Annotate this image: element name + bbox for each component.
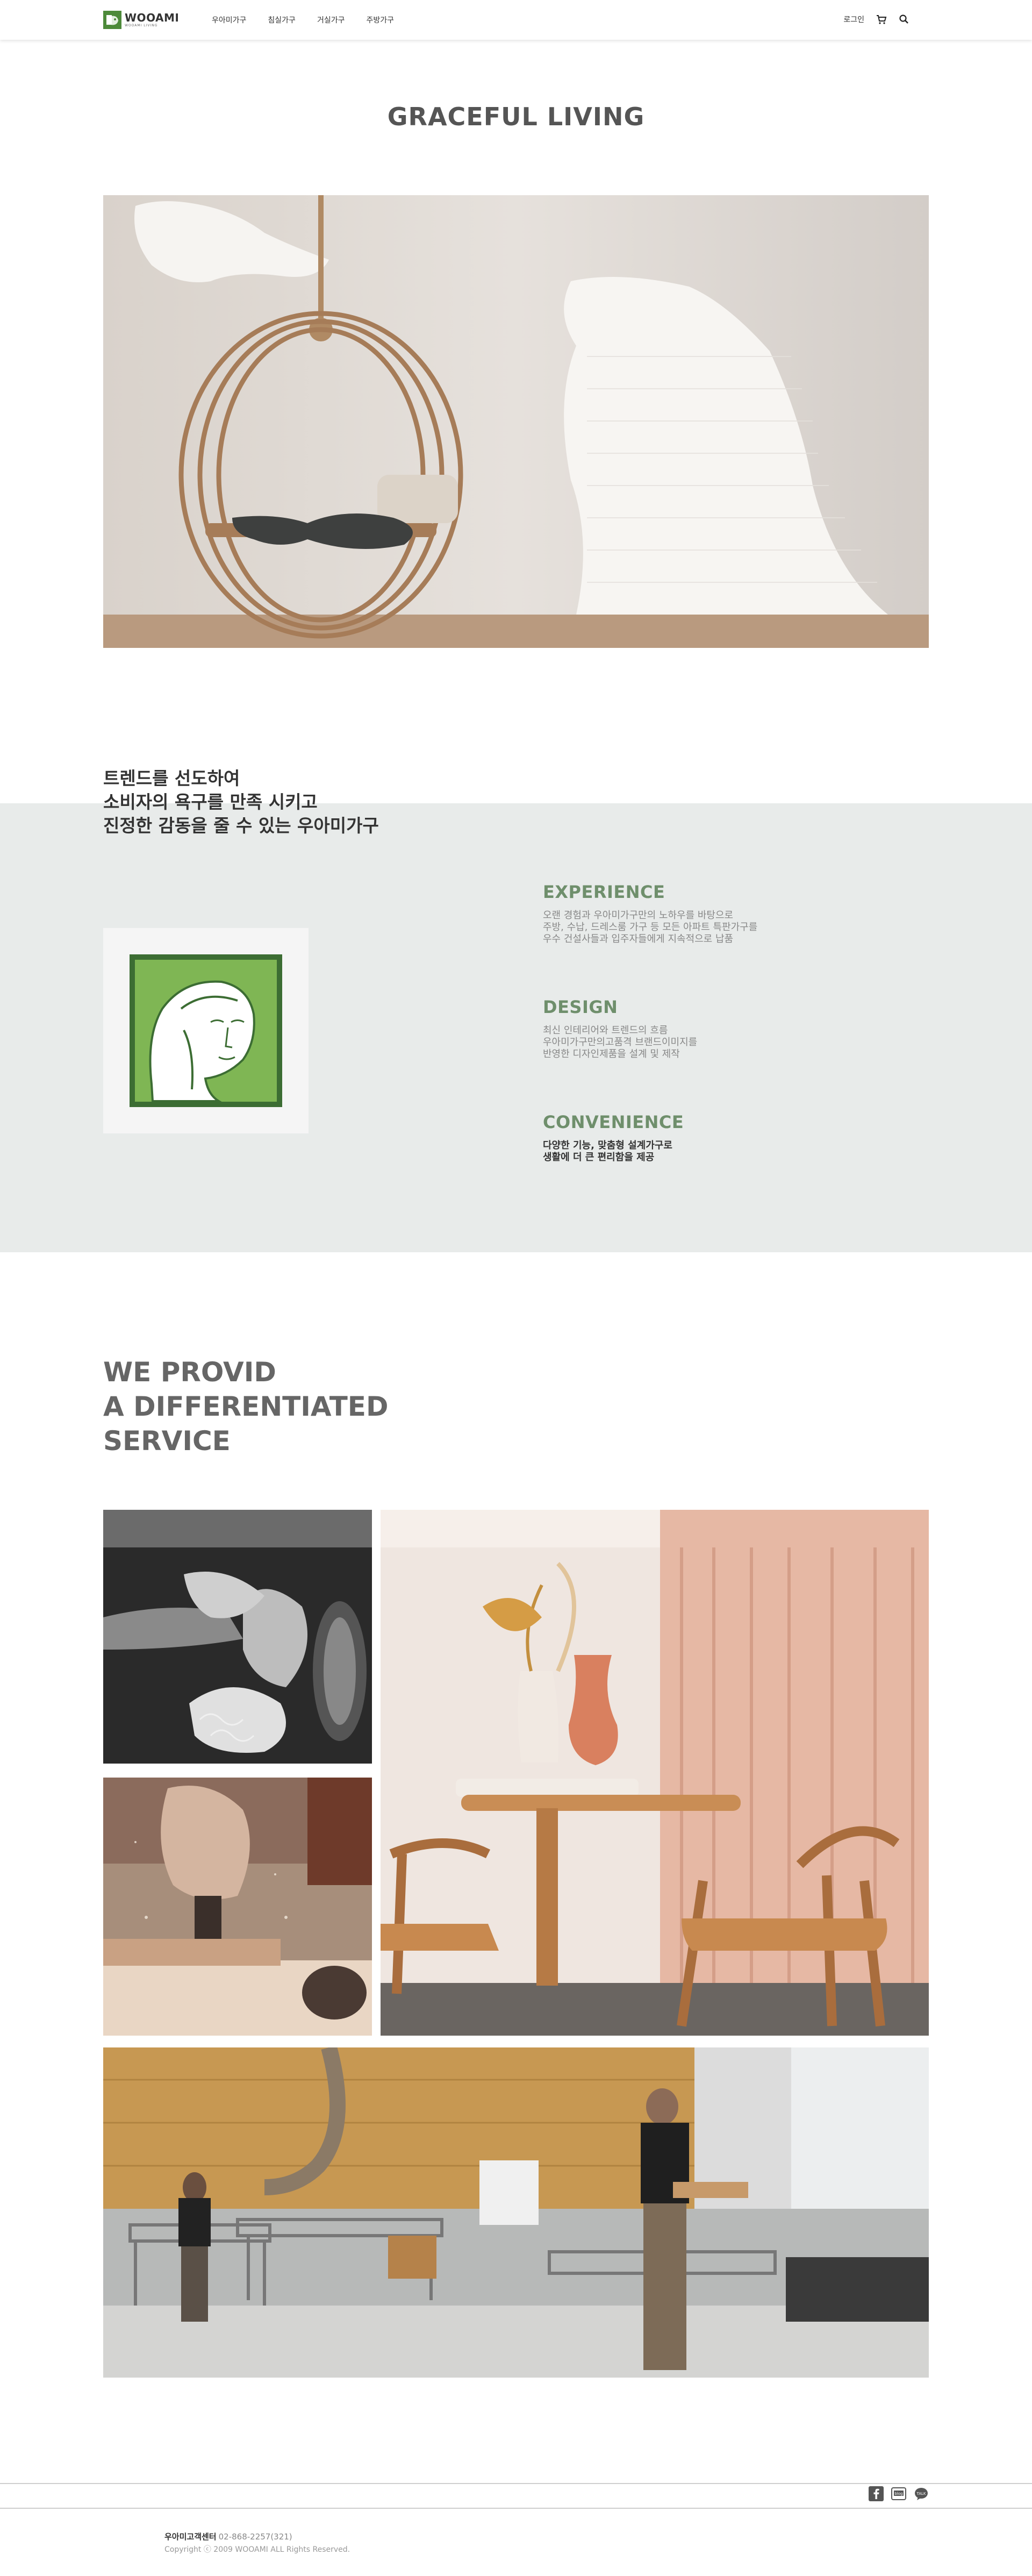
trend-headline-line: 진정한 감동을 줄 수 있는 우아미가구 (103, 815, 379, 836)
feature-experience: EXPERIENCE 오랜 경험과 우아미가구만의 노하우를 바탕으로 주방, … (543, 882, 757, 945)
footer-divider (0, 2508, 1032, 2509)
gallery-factory-image (103, 2047, 929, 2378)
hero-image (103, 195, 929, 648)
site-header: WOOAMI WOOAMI LIVING 우아미가구 침실가구 거실가구 주방가… (0, 0, 1032, 40)
feature-line: 주방, 수납, 드레스룸 가구 등 모든 아파트 특판가구를 (543, 922, 758, 933)
feature-title: DESIGN (543, 997, 618, 1017)
brand-emblem (103, 928, 309, 1133)
provide-title-line: A DIFFERENTIATED (103, 1391, 389, 1422)
nav-item-livingroom[interactable]: 거실가구 (317, 15, 345, 25)
feature-line: 우수 건설사들과 입주자들에게 지속적으로 납품 (543, 933, 734, 945)
search-icon[interactable] (899, 14, 909, 25)
gallery-woodturning-image (103, 1510, 372, 1764)
copyright-text: Copyright ⓒ 2009 WOOAMI ALL Rights Reser… (164, 2545, 350, 2554)
footer-info: 우아미고객센터 02-868-2257(321) Copyright ⓒ 2009… (164, 2530, 350, 2556)
gallery-woodcarving-image (103, 1778, 372, 2036)
feature-line: 다양한 기능, 맞춤형 설계가구로 (543, 1140, 672, 1151)
svg-text:TALK: TALK (916, 2492, 926, 2496)
talk-icon[interactable]: TALK (914, 2486, 929, 2501)
logo-icon (103, 11, 121, 29)
blog-icon[interactable]: blog (891, 2486, 906, 2501)
login-link[interactable]: 로그인 (843, 14, 864, 25)
customer-center-label: 우아미고객센터 (164, 2532, 217, 2542)
feature-convenience: CONVENIENCE 다양한 기능, 맞춤형 설계가구로 생활에 더 큰 편리… (543, 1112, 684, 1164)
nav-item-kitchen[interactable]: 주방가구 (366, 15, 394, 25)
feature-line: 오랜 경험과 우아미가구만의 노하우를 바탕으로 (543, 910, 734, 921)
social-links: blog TALK (869, 2486, 929, 2501)
footer-divider (0, 2483, 1032, 2484)
provide-title: WE PROVID A DIFFERENTIATED SERVICE (103, 1355, 388, 1458)
feature-title: EXPERIENCE (543, 882, 665, 902)
feature-line: 최신 인테리어와 트렌드의 흐름 (543, 1025, 668, 1036)
provide-title-line: SERVICE (103, 1425, 231, 1457)
svg-text:blog: blog (894, 2492, 902, 2496)
trend-headline-line: 트렌드를 선도하여 (103, 768, 240, 789)
feature-line: 우아미가구만의고품격 브랜드이미지를 (543, 1037, 698, 1048)
cart-icon[interactable] (876, 14, 887, 25)
customer-center-phone: 02-868-2257(321) (218, 2532, 292, 2542)
trend-headline-line: 소비자의 욕구를 만족 시키고 (103, 791, 318, 812)
logo[interactable]: WOOAMI WOOAMI LIVING (103, 11, 179, 29)
logo-name: WOOAMI (125, 11, 180, 24)
header-utils: 로그인 (843, 14, 909, 25)
gallery-dining-set-image (381, 1510, 929, 2036)
feature-line: 생활에 더 큰 편리함을 제공 (543, 1152, 655, 1163)
provide-title-line: WE PROVID (103, 1357, 276, 1388)
main-nav: 우아미가구 침실가구 거실가구 주방가구 (212, 15, 394, 25)
feature-title: CONVENIENCE (543, 1112, 684, 1132)
nav-item-wooami[interactable]: 우아미가구 (212, 15, 246, 25)
facebook-icon[interactable] (869, 2486, 884, 2501)
feature-line: 반영한 디자인제품을 설계 및 제작 (543, 1048, 680, 1060)
nav-item-bedroom[interactable]: 침실가구 (268, 15, 296, 25)
feature-design: DESIGN 최신 인테리어와 트렌드의 흐름 우아미가구만의고품격 브랜드이미… (543, 997, 697, 1060)
trend-headline: 트렌드를 선도하여 소비자의 욕구를 만족 시키고 진정한 감동을 줄 수 있는… (103, 767, 379, 838)
graceful-living-title: GRACEFUL LIVING (387, 102, 645, 131)
logo-tagline: WOOAMI LIVING (125, 24, 158, 27)
